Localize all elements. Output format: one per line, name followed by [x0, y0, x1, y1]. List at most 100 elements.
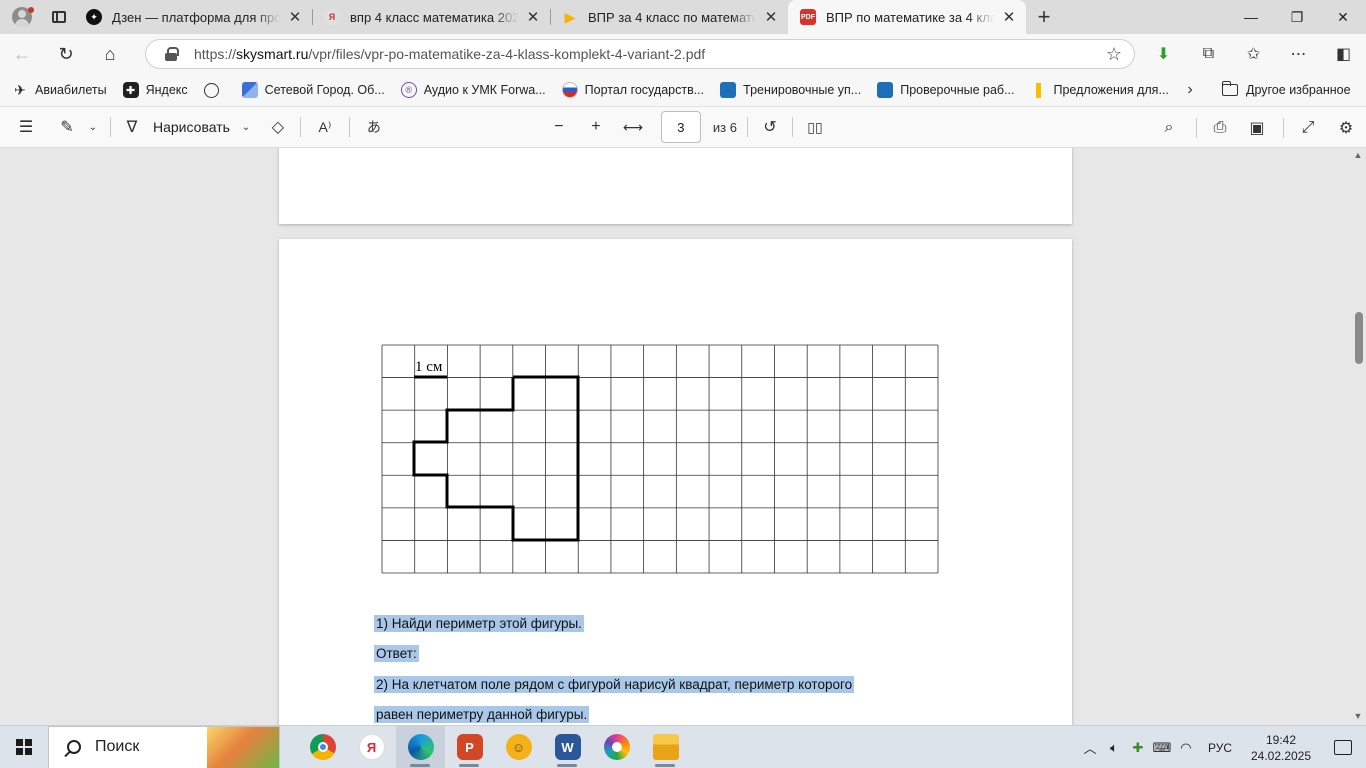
notifications-button[interactable]: [1320, 726, 1366, 768]
fit-width-icon[interactable]: ⟷: [613, 106, 653, 148]
contents-icon[interactable]: ☰: [0, 106, 52, 148]
close-tab-icon[interactable]: ✕: [286, 8, 304, 26]
taskbar-search[interactable]: Поиск: [48, 725, 280, 768]
fullscreen-icon[interactable]: ⤢: [1290, 107, 1326, 149]
taskbar-chrome[interactable]: [298, 726, 347, 768]
extensions-icon[interactable]: ⧉: [1186, 34, 1231, 74]
profile-button[interactable]: [0, 0, 44, 34]
rotate-icon[interactable]: ↺: [754, 106, 786, 148]
tab-title: ВПР за 4 класс по математике 2025: [588, 9, 756, 25]
bookmark-yandex[interactable]: ✚ Яндекс: [115, 74, 196, 106]
close-tab-icon[interactable]: ✕: [762, 8, 780, 26]
more-menu-icon[interactable]: ⋯: [1276, 34, 1321, 74]
address-bar[interactable]: https://skysmart.ru/vpr/files/vpr-po-mat…: [145, 39, 1135, 69]
browser-actions: ⬇ ⧉ ✩ ⋯ ◧: [1141, 34, 1366, 74]
bookmark-icon: [1031, 82, 1047, 98]
tray-app-icon[interactable]: ✚: [1126, 726, 1150, 768]
bookmark-other-favorites[interactable]: Другое избранное: [1221, 74, 1351, 106]
back-button[interactable]: ←: [0, 34, 44, 74]
taskbar-word[interactable]: W: [543, 726, 592, 768]
pdf-viewer[interactable]: 1 см 1) Найди периметр этой фигуры. Отве…: [0, 148, 1366, 725]
pdf-page-previous: [279, 148, 1072, 224]
zoom-out-icon[interactable]: −: [539, 106, 579, 148]
globe-icon: [203, 82, 219, 98]
eraser-icon[interactable]: ◇: [262, 106, 294, 148]
close-tab-icon[interactable]: ✕: [1000, 8, 1018, 26]
download-icon[interactable]: ⬇: [1141, 34, 1186, 74]
tray-overflow-icon[interactable]: ︿: [1078, 726, 1102, 768]
scroll-down-icon[interactable]: ▼: [1352, 711, 1364, 721]
highlight-icon[interactable]: ✎: [52, 106, 82, 148]
tab-vpr-pdf[interactable]: PDF ВПР по математике за 4 класс, к ✕: [788, 0, 1026, 34]
restore-button[interactable]: ❐: [1274, 0, 1320, 34]
audio-icon: ®: [400, 82, 417, 98]
taskbar-color-app[interactable]: [592, 726, 641, 768]
tab-vpr-video[interactable]: ▶ ВПР за 4 класс по математике 2025 ✕: [550, 0, 788, 34]
reload-button[interactable]: ↻: [44, 34, 88, 74]
minimize-button[interactable]: —: [1228, 0, 1274, 34]
network-icon[interactable]: ◠: [1174, 726, 1198, 768]
favorite-star-icon[interactable]: ☆: [1094, 44, 1134, 65]
tab-dzen[interactable]: ✦ Дзен — платформа для просмотра ✕: [74, 0, 312, 34]
search-icon: [67, 740, 81, 754]
vertical-scrollbar[interactable]: ▲ ▼: [1350, 148, 1366, 725]
volume-icon[interactable]: 🔈︎: [1102, 726, 1126, 768]
draw-icon[interactable]: ∇: [117, 106, 147, 148]
dzen-icon: ✦: [86, 9, 102, 25]
zoom-in-icon[interactable]: +: [579, 106, 613, 148]
favorites-icon[interactable]: ✩: [1231, 34, 1276, 74]
search-highlight-image: [207, 726, 279, 768]
yandex-plus-icon: ✚: [122, 82, 139, 98]
taskbar-game[interactable]: ☺: [494, 726, 543, 768]
yandex-icon: Я: [324, 9, 340, 25]
input-language[interactable]: РУС: [1198, 741, 1242, 755]
url-text[interactable]: https://skysmart.ru/vpr/files/vpr-po-mat…: [194, 46, 1094, 62]
highlight-dropdown-icon[interactable]: ⌄: [82, 106, 104, 148]
clock-date: 24.02.2025: [1250, 748, 1312, 763]
read-aloud-icon[interactable]: A⁾: [307, 106, 343, 148]
close-window-button[interactable]: ✕: [1320, 0, 1366, 34]
game-icon: ☺: [505, 734, 532, 760]
bookmark-gosuslugi[interactable]: Портал государств...: [554, 74, 712, 106]
book-icon: [877, 82, 894, 98]
new-tab-button[interactable]: +: [1026, 0, 1062, 34]
taskbar-explorer[interactable]: [641, 726, 690, 768]
bookmark-audio-umk[interactable]: ® Аудио к УМК Forwa...: [393, 74, 554, 106]
print-icon[interactable]: ⎙: [1203, 107, 1237, 149]
search-icon[interactable]: ⌕: [1148, 107, 1190, 149]
draw-dropdown-icon[interactable]: ⌄: [230, 106, 262, 148]
taskbar-yandex-browser[interactable]: Я: [347, 726, 396, 768]
start-button[interactable]: [0, 726, 48, 768]
close-tab-icon[interactable]: ✕: [524, 8, 542, 26]
bookmark-setevoy-gorod[interactable]: Сетевой Город. Об...: [234, 74, 393, 106]
translate-icon[interactable]: あ: [356, 106, 392, 148]
keyboard-icon[interactable]: ⌨︎: [1150, 726, 1174, 768]
bookmark-predlozheniya[interactable]: Предложения для...: [1023, 74, 1177, 106]
scrollbar-thumb[interactable]: [1355, 312, 1363, 364]
clock[interactable]: 19:42 24.02.2025: [1242, 732, 1320, 764]
bookmark-globe[interactable]: [196, 74, 234, 106]
tab-actions-button[interactable]: [44, 0, 74, 34]
scroll-up-icon[interactable]: ▲: [1352, 150, 1364, 160]
settings-gear-icon[interactable]: ⚙: [1326, 107, 1366, 149]
navigation-bar: ← ↻ ⌂ https://skysmart.ru/vpr/files/vpr-…: [0, 34, 1366, 74]
bookmark-trenirovochnye[interactable]: Тренировочные уп...: [712, 74, 869, 106]
edge-icon: [407, 734, 434, 760]
tab-yandex-search[interactable]: Я впр 4 класс математика 2025 — Яндекс ✕: [312, 0, 550, 34]
page-number-input[interactable]: 3: [660, 111, 701, 143]
notification-dot: [28, 7, 34, 13]
divider: [1283, 118, 1284, 138]
page-view-icon[interactable]: ▯▯: [799, 106, 831, 148]
home-button[interactable]: ⌂: [88, 34, 132, 74]
lock-icon[interactable]: [164, 47, 179, 61]
bookmarks-more-icon[interactable]: ›: [1178, 74, 1202, 106]
draw-button[interactable]: Нарисовать: [153, 106, 230, 148]
tab-title: Дзен — платформа для просмотра: [112, 9, 280, 25]
bookmark-proverochnye[interactable]: Проверочные раб...: [869, 74, 1022, 106]
taskbar-powerpoint[interactable]: P: [445, 726, 494, 768]
save-icon[interactable]: ▣: [1237, 107, 1277, 149]
sidebar-icon[interactable]: ◧: [1321, 34, 1366, 74]
bookmark-aviabilety[interactable]: ✈ Авиабилеты: [0, 74, 115, 106]
gosuslugi-icon: [561, 82, 578, 98]
taskbar-edge[interactable]: [396, 725, 445, 768]
